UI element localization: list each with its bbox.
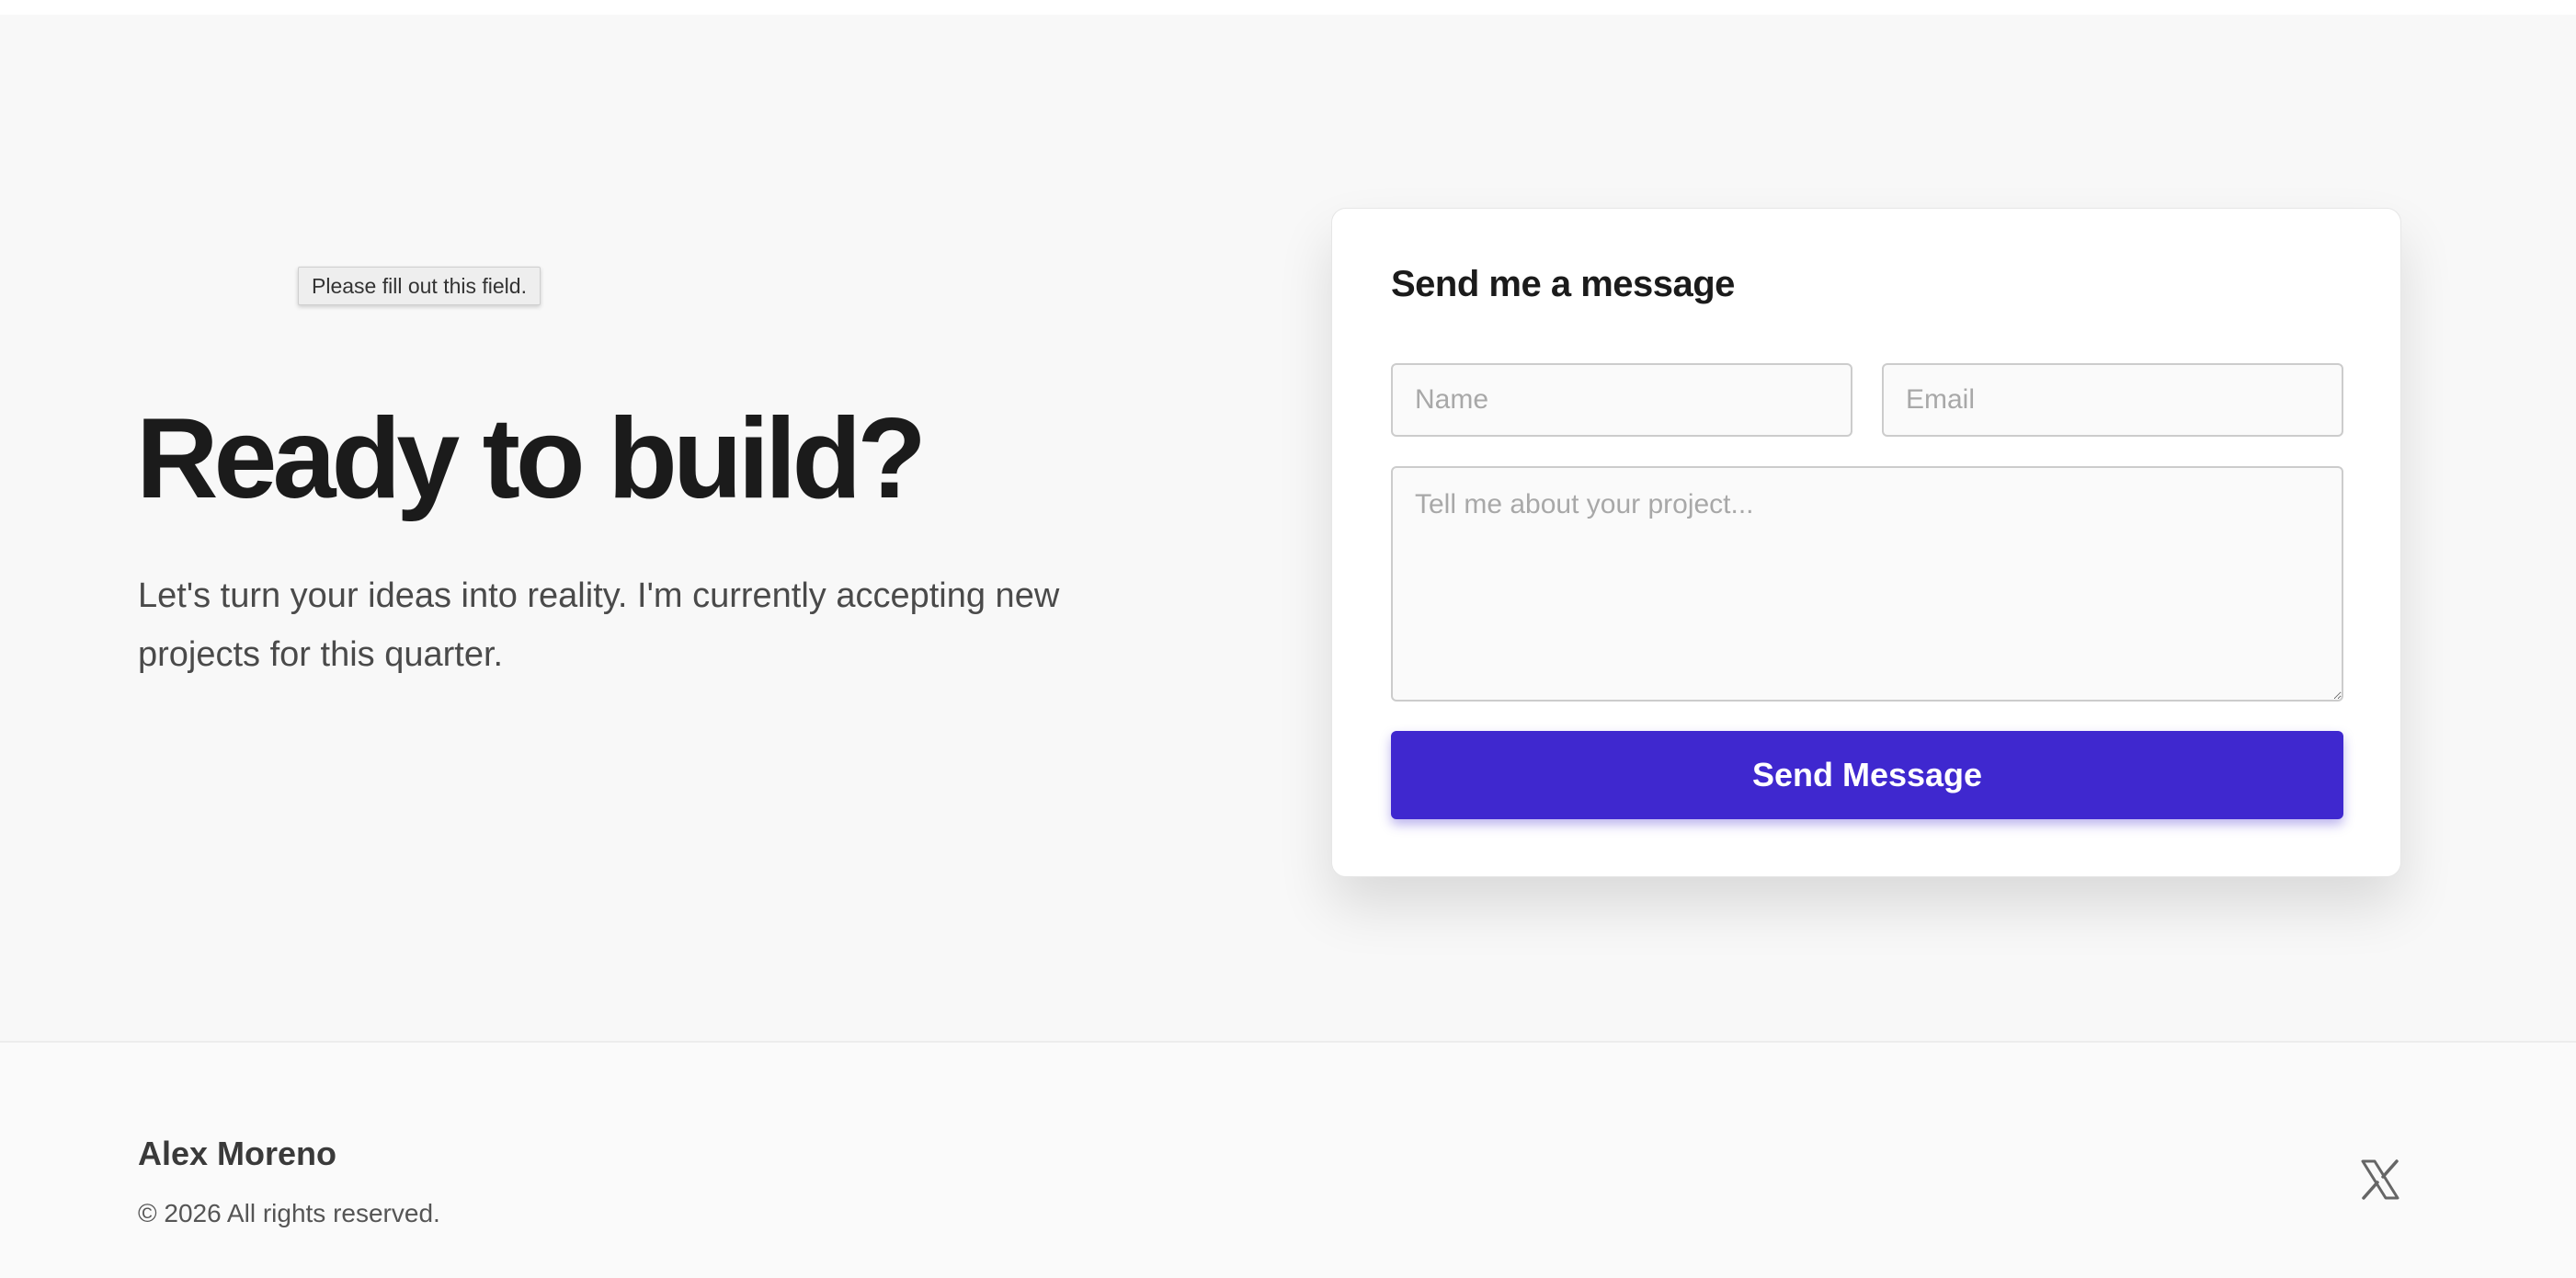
x-logo-icon <box>2361 1159 2399 1200</box>
hero-subtext: Let's turn your ideas into reality. I'm … <box>138 576 1060 674</box>
contact-section: Please fill out this field. Ready to bui… <box>0 15 2576 1041</box>
top-strip <box>0 0 2576 15</box>
message-textarea[interactable] <box>1391 466 2343 702</box>
email-input[interactable] <box>1882 363 2343 437</box>
name-input[interactable] <box>1391 363 1852 437</box>
send-message-button[interactable]: Send Message <box>1391 731 2343 819</box>
page-headline: Ready to build? <box>136 395 927 522</box>
contact-form-card: Send me a message Send Message <box>1331 208 2401 877</box>
footer-copyright: © 2026 All rights reserved. <box>138 1199 440 1227</box>
x-social-link[interactable] <box>2357 1157 2403 1203</box>
form-title: Send me a message <box>1391 264 1735 304</box>
page: Please fill out this field. Ready to bui… <box>0 0 2576 1278</box>
footer-brand-name: Alex Moreno <box>138 1135 337 1172</box>
footer: Alex Moreno © 2026 All rights reserved. <box>0 1041 2576 1278</box>
validation-tooltip: Please fill out this field. <box>298 267 541 305</box>
